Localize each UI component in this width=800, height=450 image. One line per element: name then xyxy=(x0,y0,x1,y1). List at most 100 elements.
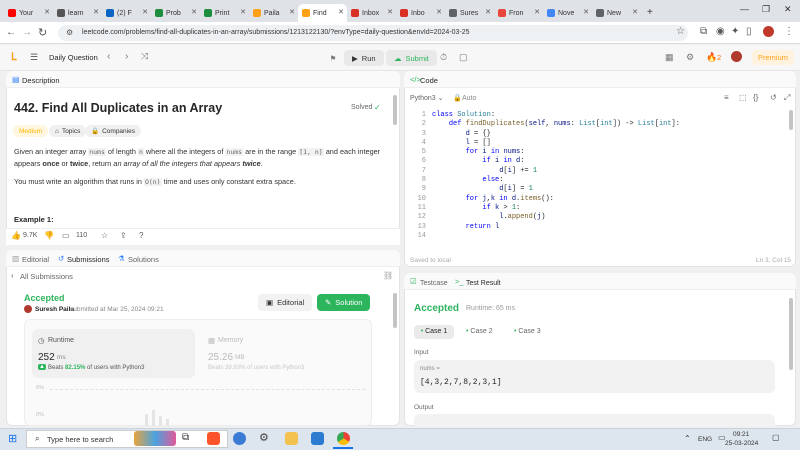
language-select[interactable]: Python3 ⌄ xyxy=(410,94,444,102)
debug-icon[interactable]: ⚑ xyxy=(328,50,338,66)
testresult-scrollbar[interactable] xyxy=(789,298,793,370)
back-chevron-icon[interactable]: ‹ xyxy=(11,271,14,280)
notifications-icon[interactable]: ▢ xyxy=(772,433,780,442)
tab-close-icon[interactable]: ✕ xyxy=(338,8,344,16)
settings-app-icon[interactable]: ⚙ xyxy=(259,431,269,444)
thumbs-down-icon[interactable]: 👎 xyxy=(44,231,54,240)
tab-close-icon[interactable]: ✕ xyxy=(240,8,246,16)
description-scrollbar[interactable] xyxy=(393,95,397,125)
new-tab-icon[interactable]: + xyxy=(647,4,653,22)
prev-problem-icon[interactable]: ‹ xyxy=(107,51,110,62)
browser-tab[interactable]: Find ✕ xyxy=(298,4,347,22)
clock-date[interactable]: 25-03-2024 xyxy=(725,440,758,447)
browser-menu-icon[interactable]: ⋮ xyxy=(784,26,794,37)
vscode-icon[interactable] xyxy=(311,432,324,445)
companies-chip[interactable]: 🔒 Companies xyxy=(85,125,141,137)
tab-close-icon[interactable]: ✕ xyxy=(534,8,540,16)
windows-start-icon[interactable]: ⊞ xyxy=(8,432,17,445)
extensions-icon[interactable]: ⧉ xyxy=(700,26,707,37)
shuffle-icon[interactable]: ⤨ xyxy=(141,51,148,62)
difficulty-badge[interactable]: Medium xyxy=(13,125,49,137)
thumbs-up-icon[interactable]: 👍 xyxy=(11,231,21,240)
sidepanel-icon[interactable]: ▯ xyxy=(746,26,752,37)
solution-button[interactable]: ✎ Solution xyxy=(317,294,371,311)
chrome-icon[interactable] xyxy=(337,432,350,445)
tab-solutions[interactable]: Solutions xyxy=(128,255,159,264)
browser-tab[interactable]: Print ✕ xyxy=(200,4,249,22)
case-2-tab[interactable]: • Case 2 xyxy=(466,328,493,335)
all-submissions-link[interactable]: All Submissions xyxy=(20,272,73,281)
site-info-icon[interactable]: ⚙ xyxy=(66,25,73,41)
comment-icon[interactable]: ▭ xyxy=(62,231,70,240)
maximize-icon[interactable]: ❐ xyxy=(762,4,770,15)
user-avatar[interactable] xyxy=(731,51,742,62)
next-problem-icon[interactable]: › xyxy=(125,51,128,62)
memory-value[interactable]: 25.26 xyxy=(208,352,233,363)
mode-value[interactable]: Auto xyxy=(462,95,476,102)
tray-chevron-up-icon[interactable]: ⌃ xyxy=(684,434,691,443)
tab-close-icon[interactable]: ✕ xyxy=(289,8,295,16)
tab-close-icon[interactable]: ✕ xyxy=(44,8,50,16)
problem-list-icon[interactable]: ☰ xyxy=(30,52,38,63)
forward-arrow-icon[interactable]: → xyxy=(22,27,32,38)
browser-tab[interactable]: Inbo ✕ xyxy=(396,4,445,22)
tab-description[interactable]: Description xyxy=(22,76,60,85)
browser-tab[interactable]: Inbox ✕ xyxy=(347,4,396,22)
bookmark-icon[interactable]: ⬚ xyxy=(739,93,747,102)
taskbar-search[interactable]: ⌕ Type here to search xyxy=(26,430,228,448)
puzzle-icon[interactable]: ✦ xyxy=(731,26,739,37)
browser-tab[interactable]: Nove ✕ xyxy=(543,4,592,22)
minimize-icon[interactable]: — xyxy=(740,4,749,14)
file-explorer-icon[interactable] xyxy=(285,432,298,445)
back-arrow-icon[interactable]: ← xyxy=(6,27,16,38)
tab-testcase[interactable]: Testcase xyxy=(420,280,448,287)
share-icon[interactable]: ⇪ xyxy=(120,231,127,240)
link-icon[interactable]: ⛓ xyxy=(383,271,393,280)
tab-close-icon[interactable]: ✕ xyxy=(436,8,442,16)
reset-icon[interactable]: ↺ xyxy=(770,93,777,102)
favorite-star-icon[interactable]: ☆ xyxy=(101,231,108,240)
browser-tab[interactable]: learn ✕ xyxy=(53,4,102,22)
daily-question-label[interactable]: Daily Question xyxy=(49,53,98,62)
author-name[interactable]: Suresh Paila xyxy=(35,306,74,313)
close-window-icon[interactable]: ✕ xyxy=(784,4,792,15)
bookmark-star-icon[interactable]: ☆ xyxy=(676,26,685,37)
tab-close-icon[interactable]: ✕ xyxy=(632,8,638,16)
fullscreen-icon[interactable]: ⤢ xyxy=(784,93,790,103)
tab-code[interactable]: Code xyxy=(420,76,438,85)
timer-icon[interactable]: ⏱ xyxy=(440,52,447,63)
reload-icon[interactable]: ↻ xyxy=(38,26,47,39)
browser-tab[interactable]: Sures ✕ xyxy=(445,4,494,22)
tab-submissions[interactable]: Submissions xyxy=(67,255,110,264)
tab-test-result[interactable]: Test Result xyxy=(466,280,501,287)
task-view-icon[interactable]: ⧉ xyxy=(182,432,189,443)
browser-tab[interactable]: Fron ✕ xyxy=(494,4,543,22)
search-highlight-icon[interactable] xyxy=(134,431,176,446)
browser-tab[interactable]: (2) F ✕ xyxy=(102,4,151,22)
tab-close-icon[interactable]: ✕ xyxy=(93,8,99,16)
braces-icon[interactable]: {} xyxy=(753,93,758,102)
browser-tab[interactable]: Paila ✕ xyxy=(249,4,298,22)
layout-icon[interactable]: ▦ xyxy=(665,52,674,63)
submit-button[interactable]: ☁ Submit xyxy=(386,50,437,66)
topics-chip[interactable]: ⌂ Topics xyxy=(49,125,87,137)
run-button[interactable]: ▶ Run xyxy=(344,50,384,66)
brave-browser-icon[interactable] xyxy=(207,432,220,445)
tab-close-icon[interactable]: ✕ xyxy=(191,8,197,16)
browser-tab[interactable]: Your ✕ xyxy=(4,4,53,22)
format-icon[interactable]: ≡ xyxy=(724,93,729,102)
tab-close-icon[interactable]: ✕ xyxy=(142,8,148,16)
browser-tab[interactable]: Prob ✕ xyxy=(151,4,200,22)
submission-scrollbar[interactable] xyxy=(393,293,397,328)
editorial-button[interactable]: ▣ Editorial xyxy=(258,294,313,311)
browser-2-icon[interactable] xyxy=(233,432,246,445)
case-3-tab[interactable]: • Case 3 xyxy=(514,328,541,335)
clock-time[interactable]: 09:21 xyxy=(733,431,749,438)
tab-close-icon[interactable]: ✕ xyxy=(583,8,589,16)
streak-fire-icon[interactable]: 🔥 xyxy=(706,52,717,63)
code-scrollbar[interactable] xyxy=(789,110,793,130)
tab-close-icon[interactable]: ✕ xyxy=(387,8,393,16)
case-1-tab[interactable]: • Case 1 xyxy=(414,325,454,339)
url-field[interactable]: ⚙ leetcode.com/problems/find-all-duplica… xyxy=(58,25,688,41)
tab-close-icon[interactable]: ✕ xyxy=(485,8,491,16)
